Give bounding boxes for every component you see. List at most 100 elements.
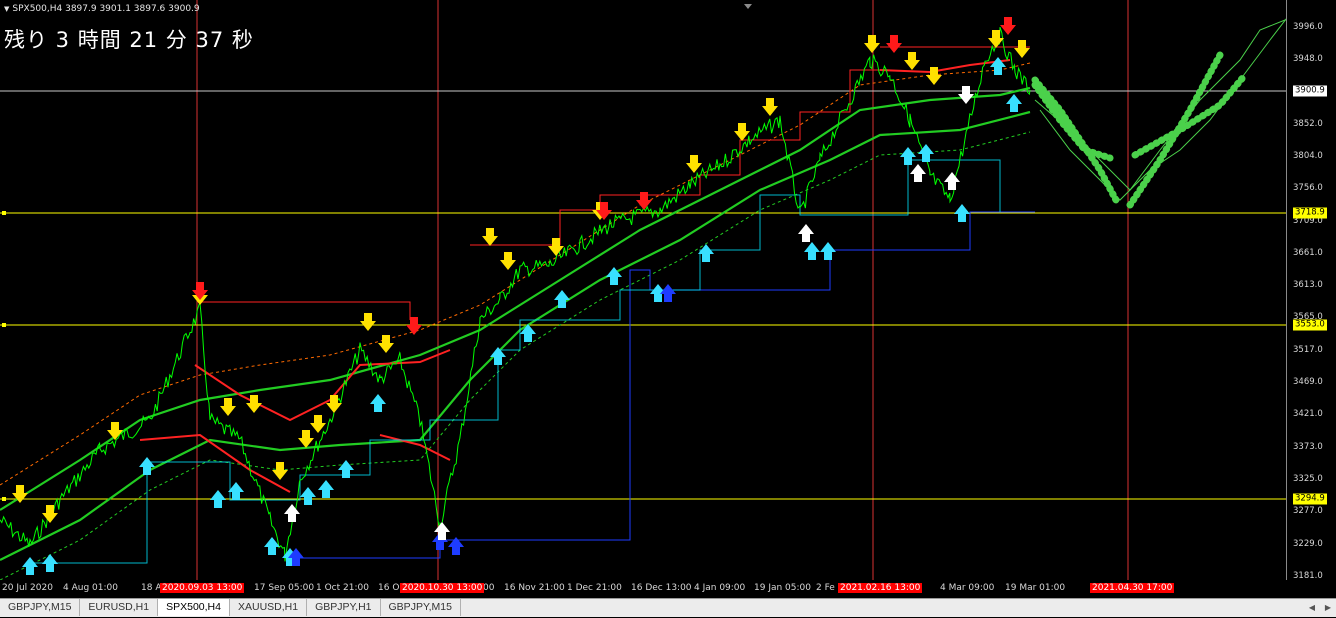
time-tick-label: 17 Sep 05:00: [254, 583, 315, 593]
chart-tab[interactable]: XAUUSD,H1: [230, 599, 308, 616]
buy-arrow-icon: [944, 172, 960, 190]
time-marker-badge: 2020.09.03 13:00: [160, 583, 245, 593]
price-chart[interactable]: [0, 0, 1293, 580]
buy-arrow-icon: [210, 490, 226, 508]
price-level-badge: 3900.9: [1293, 85, 1327, 97]
buy-arrow-icon: [300, 487, 316, 505]
chart-tab[interactable]: GBPJPY,H1: [307, 599, 381, 616]
resistance-curve: [879, 59, 1011, 74]
level-handle: [2, 497, 6, 501]
time-tick-label: 19 Mar 01:00: [1005, 583, 1066, 593]
forecast-line: [1034, 17, 1291, 191]
sell-arrow-icon: [272, 462, 288, 480]
price-tick-label: 3229.0: [1293, 539, 1323, 549]
time-tick-label: 4 Jan 09:00: [694, 583, 746, 593]
sell-arrow-icon: [406, 317, 422, 335]
symbol-info: ▼ SPX500,H4 3897.9 3901.1 3897.6 3900.9: [4, 4, 200, 14]
sell-arrow-icon: [1000, 17, 1016, 35]
sell-arrow-icon: [500, 252, 516, 270]
sell-arrow-icon: [904, 52, 920, 70]
time-tick-label: 1 Oct 21:00: [316, 583, 369, 593]
price-level-badge: 3553.0: [1293, 319, 1327, 331]
trend-band-upper: [0, 86, 1031, 511]
sell-arrow-icon: [762, 98, 778, 116]
price-level-badge: 3718.9: [1293, 207, 1327, 219]
price-tick-label: 3469.0: [1293, 377, 1323, 387]
sell-arrow-icon: [360, 313, 376, 331]
time-tick-label: 16 Dec 13:00: [631, 583, 692, 593]
time-tick-label: 16 O: [378, 583, 400, 593]
sell-arrow-icon: [220, 398, 236, 416]
resistance-step: [470, 69, 880, 246]
price-tick-label: 3517.0: [1293, 345, 1323, 355]
price-axis[interactable]: 3996.0 3948.0 3852.0 3804.0 3756.0 3709.0 3661…: [1286, 0, 1336, 581]
price-tick-label: 3613.0: [1293, 280, 1323, 290]
resistance-curve: [194, 349, 451, 422]
time-axis[interactable]: 20 Jul 2020 4 Aug 01:00 18 Aug 17 Sep 05:00…: [0, 580, 1293, 598]
price-tick-label: 3661.0: [1293, 248, 1323, 258]
chart-tab[interactable]: GBPJPY,M15: [381, 599, 461, 616]
dashed-envelope-lower: [0, 131, 1031, 580]
sell-arrow-icon: [886, 35, 902, 53]
buy-arrow-icon: [370, 394, 386, 412]
buy-arrow-icon: [798, 224, 814, 242]
tab-list: GBPJPY,M15 EURUSD,H1 SPX500,H4 XAUUSD,H1 GBP…: [0, 599, 461, 618]
price-level-badge: 3294.9: [1293, 493, 1327, 505]
chart-tab[interactable]: EURUSD,H1: [80, 599, 159, 616]
price-tick-label: 3996.0: [1293, 22, 1323, 32]
sell-arrow-icon: [482, 228, 498, 246]
buy-arrow-icon: [1006, 94, 1022, 112]
mt4-chart-window: ▼ SPX500,H4 3897.9 3901.1 3897.6 3900.9 残…: [0, 0, 1336, 617]
chart-tab-bar: GBPJPY,M15 EURUSD,H1 SPX500,H4 XAUUSD,H1 GBP…: [0, 598, 1336, 617]
price-tick-label: 3181.0: [1293, 571, 1323, 581]
price-tick-label: 3421.0: [1293, 409, 1323, 419]
resistance-step: [200, 301, 411, 320]
price-tick-label: 3277.0: [1293, 506, 1323, 516]
sell-arrow-icon: [686, 155, 702, 173]
time-marker-badge: 2021.04.30 17:00: [1090, 583, 1175, 593]
chart-shift-icon: [744, 4, 752, 9]
time-marker-badge: 2020.10.30 13:00: [400, 583, 485, 593]
sell-arrow-icon: [310, 415, 326, 433]
sell-arrow-icon: [107, 422, 123, 440]
sell-arrow-icon: [864, 35, 880, 53]
scroll-left-icon[interactable]: ◀: [1304, 599, 1320, 616]
buy-arrow-icon: [820, 242, 836, 260]
price-tick-label: 3948.0: [1293, 54, 1323, 64]
buy-arrow-icon: [520, 324, 536, 342]
level-handle: [2, 323, 6, 327]
time-tick-label: 20 Jul 2020: [2, 583, 53, 593]
buy-arrow-icon: [804, 242, 820, 260]
triangle-down-icon[interactable]: ▼: [4, 5, 9, 13]
chart-tab[interactable]: SPX500,H4: [158, 599, 230, 616]
buy-arrow-icon: [42, 554, 58, 572]
buy-arrow-icon: [900, 147, 916, 165]
level-handle: [2, 211, 6, 215]
buy-arrow-icon: [554, 290, 570, 308]
buy-arrow-icon: [284, 504, 300, 522]
resistance-curve: [379, 434, 451, 461]
sell-arrow-icon: [958, 86, 974, 104]
price-tick-label: 3325.0: [1293, 474, 1323, 484]
symbol-info-text: SPX500,H4 3897.9 3901.1 3897.6 3900.9: [12, 4, 200, 14]
price-tick-label: 3373.0: [1293, 442, 1323, 452]
buy-arrow-icon: [954, 204, 970, 222]
sell-arrow-icon: [42, 505, 58, 523]
sell-arrow-icon: [1014, 40, 1030, 58]
price-tick-label: 3804.0: [1293, 151, 1323, 161]
bar-countdown: 残り 3 時間 21 分 37 秒: [4, 28, 254, 52]
price-tick-label: 3756.0: [1293, 183, 1323, 193]
scroll-right-icon[interactable]: ▶: [1320, 599, 1336, 616]
time-tick-label: 1 Dec 21:00: [567, 583, 622, 593]
chart-tab[interactable]: GBPJPY,M15: [0, 599, 81, 616]
price-tick-label: 3852.0: [1293, 119, 1323, 129]
time-tick-label: 4 Mar 09:00: [940, 583, 995, 593]
forecast-line: [1039, 9, 1293, 201]
sell-arrow-icon: [326, 395, 342, 413]
buy-arrow-icon: [990, 57, 1006, 75]
trend-band-lower: [0, 110, 1031, 561]
chart-area[interactable]: [0, 0, 1293, 580]
buy-arrow-icon: [318, 480, 334, 498]
sell-arrow-icon: [378, 335, 394, 353]
buy-arrow-icon: [910, 164, 926, 182]
